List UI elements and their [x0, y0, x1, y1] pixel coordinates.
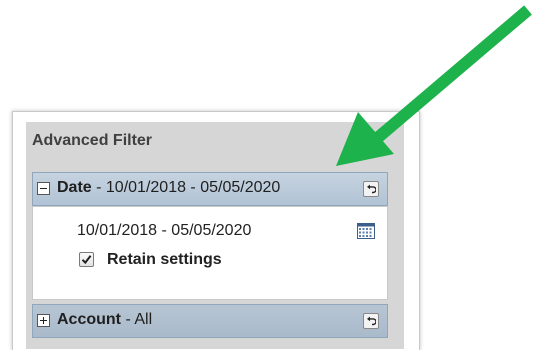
annotation-arrow [336, 5, 532, 166]
